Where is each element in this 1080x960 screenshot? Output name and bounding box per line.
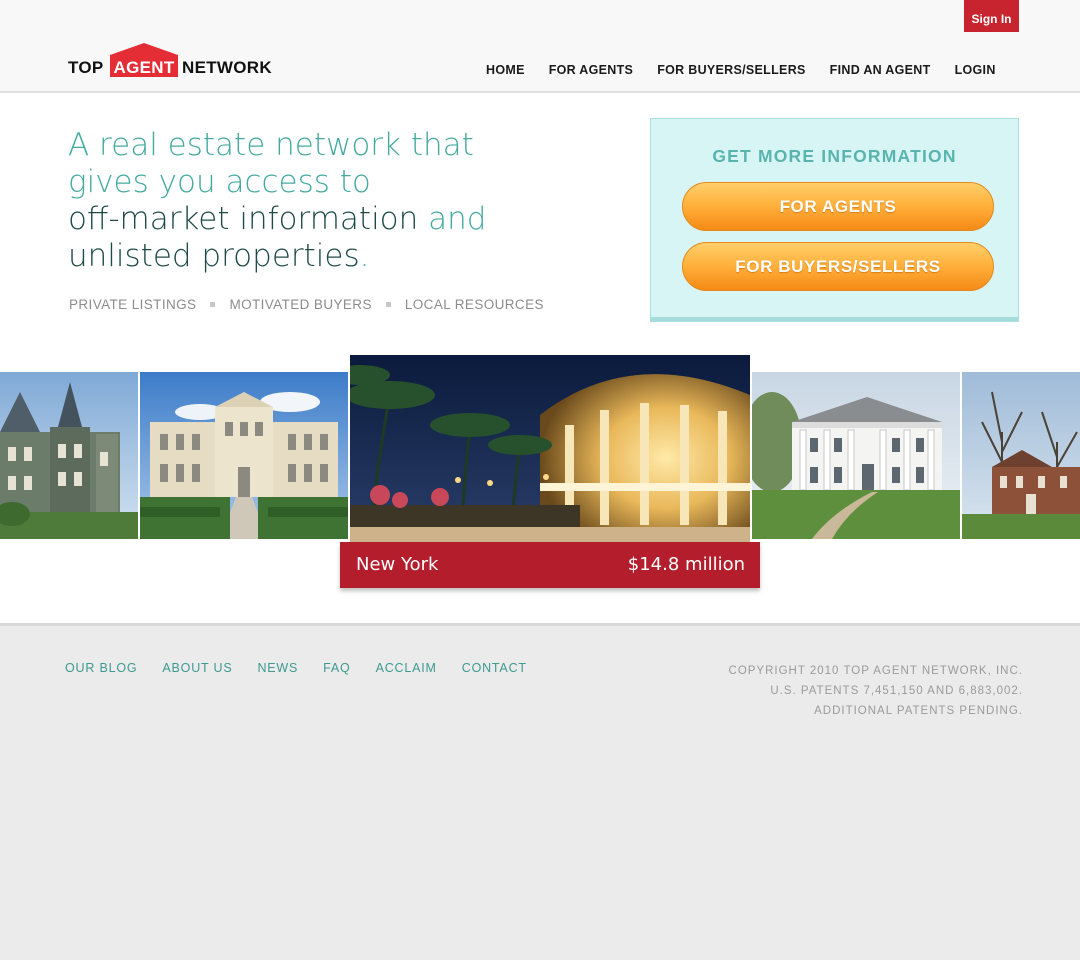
carousel-caption[interactable]: New York $14.8 million [340,542,760,588]
logo-text-network: NETWORK [182,58,272,77]
footer-link-faq[interactable]: FAQ [323,661,350,675]
site-footer: OUR BLOG ABOUT US NEWS FAQ ACCLAIM CONTA… [0,623,1080,960]
info-box-title: GET MORE INFORMATION [712,146,957,166]
footer-link-contact[interactable]: CONTACT [462,661,527,675]
feature-tags: PRIVATE LISTINGS MOTIVATED BUYERS LOCAL … [69,297,544,312]
headline-unlisted: unlisted properties [68,238,360,274]
site-logo[interactable]: TOP AGENT NETWORK [68,42,280,78]
sign-in-button[interactable]: Sign In [964,0,1019,32]
headline-period: . [359,238,370,274]
square-bullet-icon [385,302,391,307]
footer-nav: OUR BLOG ABOUT US NEWS FAQ ACCLAIM CONTA… [65,661,552,675]
for-agents-button[interactable]: FOR AGENTS [682,182,994,231]
patents-pending-line: ADDITIONAL PATENTS PENDING. [814,705,1023,717]
footer-link-about-us[interactable]: ABOUT US [162,661,232,675]
nav-home[interactable]: HOME [486,63,525,77]
footer-link-our-blog[interactable]: OUR BLOG [65,661,137,675]
main-content: A real estate network that gives you acc… [0,93,1080,623]
featured-price: $14.8 million [627,554,745,575]
featured-city: New York [356,554,439,575]
copyright-notice: COPYRIGHT 2010 TOP AGENT NETWORK, INC. U… [729,661,1023,721]
carousel-photo-victorian[interactable] [0,372,138,539]
info-box: GET MORE INFORMATION FOR AGENTS FOR BUYE… [650,118,1019,322]
logo-text-top: TOP [68,58,104,77]
nav-find-an-agent[interactable]: FIND AN AGENT [830,63,931,77]
square-bullet-icon [210,302,216,307]
for-buyers-sellers-button[interactable]: FOR BUYERS/SELLERS [682,242,994,291]
nav-for-buyers-sellers[interactable]: FOR BUYERS/SELLERS [657,63,805,77]
tag-motivated-buyers: MOTIVATED BUYERS [229,297,372,312]
footer-link-acclaim[interactable]: ACCLAIM [376,661,437,675]
logo-text-agent: AGENT [113,58,175,77]
main-nav: HOME FOR AGENTS FOR BUYERS/SELLERS FIND … [486,63,996,77]
tag-private-listings: PRIVATE LISTINGS [69,297,197,312]
carousel-photo-chateau[interactable] [140,372,348,539]
tag-local-resources: LOCAL RESOURCES [404,297,544,312]
carousel-photo-manor[interactable] [962,372,1080,539]
copyright-line: COPYRIGHT 2010 TOP AGENT NETWORK, INC. [728,665,1023,677]
headline-off-market: off-market information [68,201,419,237]
nav-login[interactable]: LOGIN [955,63,996,77]
headline-line-2: gives you access to [68,164,371,200]
hero-headline: A real estate network that gives you acc… [68,127,628,275]
carousel-photo-featured[interactable] [350,355,750,542]
headline-and: and [418,201,487,237]
site-header: Sign In TOP AGENT NETWORK HOME FOR AGENT… [0,0,1080,92]
patents-line: U.S. PATENTS 7,451,150 AND 6,883,002. [770,685,1023,697]
headline-line-1: A real estate network that [68,127,474,163]
carousel-photo-colonial[interactable] [752,372,960,539]
footer-link-news[interactable]: NEWS [257,661,298,675]
nav-for-agents[interactable]: FOR AGENTS [549,63,633,77]
